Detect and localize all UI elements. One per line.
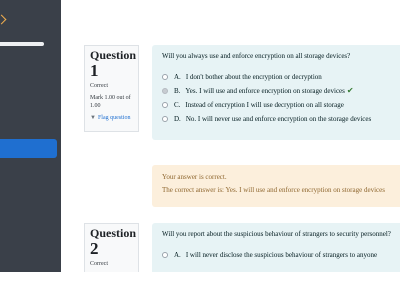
- option-text: I don't bother about the encryption or d…: [185, 73, 322, 81]
- question-number: 1: [90, 61, 99, 80]
- answer-option-c[interactable]: C. Instead of encryption I will use decr…: [162, 98, 400, 112]
- sidebar-item-active[interactable]: [0, 139, 57, 158]
- sidebar-header-bar: [0, 42, 44, 46]
- feedback-correct-answer: The correct answer is: Yes. I will use a…: [162, 186, 385, 194]
- answer-option-a[interactable]: A. I don't bother about the encryption o…: [162, 70, 400, 84]
- option-letter: A.: [174, 73, 181, 81]
- radio-button[interactable]: [162, 116, 168, 122]
- feedback-box: Your answer is correct. The correct answ…: [152, 165, 400, 207]
- footer-strip: [0, 272, 400, 300]
- checkmark-icon: ✔: [346, 86, 354, 95]
- option-text: I will never disclose the suspicious beh…: [185, 251, 378, 259]
- chevron-icon[interactable]: [0, 14, 7, 25]
- feedback-result: Your answer is correct.: [162, 173, 227, 181]
- option-text: No. I will never use and enforce encrypt…: [185, 115, 372, 123]
- option-text: Yes. I will use and enforce encryption o…: [185, 87, 345, 95]
- question-text: Will you report about the suspicious beh…: [162, 230, 391, 238]
- flag-question-label: Flag question: [97, 115, 131, 121]
- question-state: Correct: [90, 83, 108, 89]
- question-info-1: Question 1 Correct Mark 1.00 out of 1.00…: [84, 45, 139, 132]
- radio-button[interactable]: [162, 74, 168, 80]
- option-letter: C.: [174, 101, 181, 109]
- question-text: Will you always use and enforce encrypti…: [162, 52, 351, 60]
- question-state: Correct: [90, 261, 108, 267]
- option-text: Instead of encryption I will use decrypt…: [185, 101, 344, 109]
- radio-button-selected[interactable]: [162, 88, 168, 94]
- option-letter: D.: [174, 115, 181, 123]
- radio-button[interactable]: [162, 102, 168, 108]
- option-letter: A.: [174, 251, 181, 259]
- option-letter: B.: [174, 87, 181, 95]
- radio-button[interactable]: [162, 252, 168, 258]
- answer-option-d[interactable]: D. No. I will never use and enforce encr…: [162, 112, 400, 126]
- question-mark: Mark 1.00 out of 1.00: [90, 95, 131, 109]
- flag-icon: ▼: [90, 115, 96, 121]
- flag-question-link[interactable]: ▼ Flag question: [90, 114, 133, 122]
- answer-option-b[interactable]: B. Yes. I will use and enforce encryptio…: [162, 84, 400, 98]
- sidebar: [0, 0, 61, 272]
- question-number: 2: [90, 239, 99, 258]
- question-content-1: Will you always use and enforce encrypti…: [152, 45, 400, 140]
- answer-option-a[interactable]: A. I will never disclose the suspicious …: [162, 248, 400, 262]
